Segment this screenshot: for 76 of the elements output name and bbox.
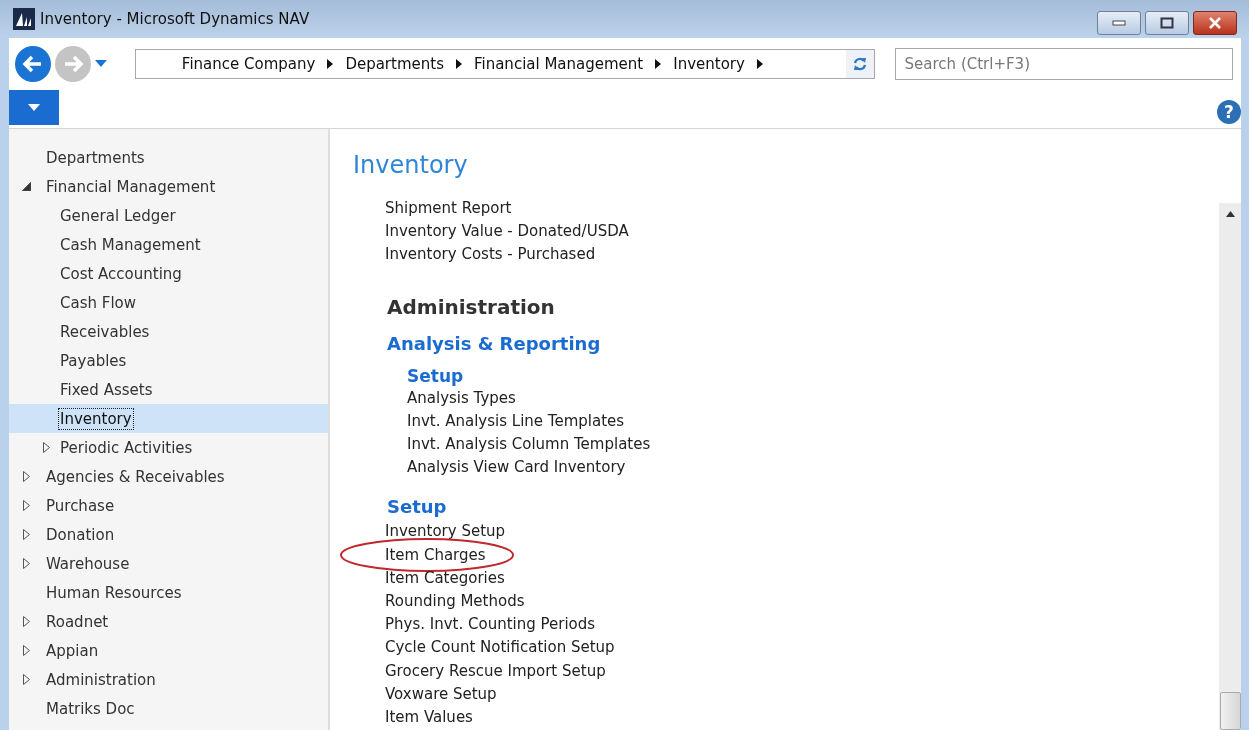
nav-tree-item[interactable]: Cash Flow — [58, 291, 138, 314]
close-button[interactable] — [1193, 11, 1237, 35]
menu-link[interactable]: Invt. Analysis Column Templates — [407, 433, 651, 457]
collapsed-arrow-icon[interactable] — [43, 442, 50, 453]
menu-link[interactable]: Voxware Setup — [385, 682, 497, 707]
collapsed-arrow-icon[interactable] — [23, 674, 30, 685]
menu-link[interactable]: Analysis Types — [407, 386, 516, 410]
nav-tree-item[interactable]: Human Resources — [44, 581, 184, 604]
breadcrumb-link[interactable]: Financial Management — [473, 55, 644, 73]
menu-link[interactable]: Invt. Analysis Line Templates — [407, 409, 625, 433]
caret-icon — [28, 103, 40, 112]
window-title: Inventory - Microsoft Dynamics NAV — [40, 10, 310, 28]
nav-tree-item[interactable]: Agencies & Receivables — [44, 465, 227, 488]
nav-tree-item[interactable]: Inventory — [58, 407, 134, 430]
nav-tree-item[interactable]: Appian — [44, 639, 101, 662]
nav-tree-item[interactable]: Cost Accounting — [58, 262, 184, 285]
menu-link[interactable]: Cycle Count Notification Setup — [385, 636, 615, 660]
nav-tree-item[interactable]: Departments — [44, 146, 147, 169]
refresh-button[interactable] — [845, 50, 874, 78]
maximize-icon — [1160, 17, 1174, 29]
scrollbar-thumb[interactable] — [1219, 692, 1241, 730]
menu-link[interactable]: Grocery Rescue Import Setup — [385, 659, 606, 683]
menu-link[interactable]: Inventory Value - Donated/USDA — [385, 220, 1219, 244]
back-button[interactable] — [15, 46, 51, 82]
breadcrumb-arrow-icon[interactable] — [655, 59, 662, 69]
collapsed-arrow-icon[interactable] — [23, 471, 30, 482]
expanded-arrow-icon[interactable] — [22, 182, 31, 191]
nav-tree-item[interactable]: General Ledger — [58, 204, 178, 227]
nav-tree-item[interactable]: Financial Management — [44, 175, 218, 198]
section-heading: Administration — [387, 293, 556, 321]
nav-tree-item[interactable]: Payables — [58, 349, 129, 372]
collapsed-arrow-icon[interactable] — [23, 645, 30, 656]
page-title: Inventory — [352, 150, 469, 181]
nav-tree-item[interactable]: Purchase — [44, 494, 117, 517]
search-field[interactable]: Search (Ctrl+F3) — [894, 48, 1233, 80]
menu-link[interactable]: Analysis View Card Inventory — [407, 456, 626, 480]
group-heading: Analysis & Reporting — [387, 331, 602, 356]
maximize-button[interactable] — [1145, 11, 1189, 35]
menu-link[interactable]: Inventory Costs - Purchased — [385, 243, 1219, 267]
nav-tree-item[interactable]: Roadnet — [44, 610, 111, 633]
address-bar[interactable]: Finance Company Departments Financial Management Inventory — [134, 49, 875, 79]
collapsed-arrow-icon[interactable] — [23, 500, 30, 511]
menu-link[interactable]: Shipment Report — [385, 197, 1219, 221]
nav-tree-item[interactable]: Periodic Activities — [58, 436, 195, 459]
minimize-icon — [1112, 20, 1126, 26]
nav-tree-item[interactable]: Fixed Assets — [58, 378, 155, 401]
history-dropdown-icon[interactable] — [95, 60, 107, 68]
breadcrumb-link[interactable]: Inventory — [673, 55, 745, 73]
menu-link[interactable]: Rounding Methods — [385, 590, 525, 614]
help-button[interactable]: ? — [1217, 100, 1241, 124]
breadcrumb-arrow-icon[interactable] — [327, 59, 334, 69]
nav-tree-item[interactable]: Warehouse — [44, 552, 132, 575]
refresh-icon — [851, 56, 868, 72]
breadcrumb-arrow-icon[interactable] — [756, 59, 763, 69]
group-heading: Setup — [387, 495, 448, 520]
breadcrumb-link[interactable]: Departments — [345, 55, 444, 73]
nav-tree-item[interactable]: Administration — [44, 668, 158, 691]
breadcrumb-arrow-icon[interactable] — [455, 59, 462, 69]
collapsed-arrow-icon[interactable] — [23, 558, 30, 569]
menu-link[interactable]: Item Values — [385, 706, 473, 730]
nav-tree-item[interactable]: Donation — [44, 523, 117, 546]
breadcrumb-link[interactable]: Finance Company — [181, 55, 316, 73]
collapsed-arrow-icon[interactable] — [23, 616, 30, 627]
app-logo-icon — [13, 8, 35, 30]
menu-link[interactable]: Item Categories — [385, 566, 505, 591]
subgroup-heading: Setup — [407, 364, 465, 387]
vertical-scrollbar[interactable] — [1219, 203, 1241, 730]
nav-tree-item[interactable]: Receivables — [58, 320, 152, 343]
nav-tree-item[interactable]: Matriks Doc — [44, 697, 137, 720]
close-icon — [1208, 17, 1222, 29]
menu-link[interactable]: Inventory Setup — [385, 520, 506, 544]
collapsed-arrow-icon[interactable] — [23, 529, 30, 540]
actions-menu-button[interactable] — [9, 90, 59, 125]
nav-tree-item[interactable]: Cash Management — [58, 233, 203, 256]
menu-link[interactable]: Phys. Invt. Counting Periods — [385, 613, 596, 637]
scroll-up-icon[interactable] — [1225, 211, 1235, 217]
